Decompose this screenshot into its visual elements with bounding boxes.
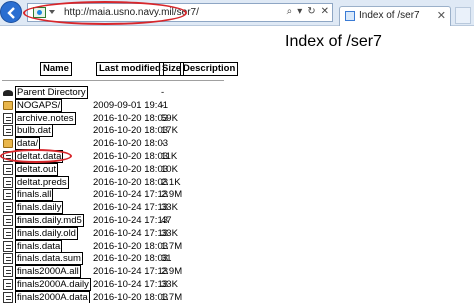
size-cell: 2.1K bbox=[161, 176, 181, 188]
file-link[interactable]: finals.all bbox=[15, 188, 54, 202]
last-modified-cell: 2016-10-20 18:03 bbox=[93, 151, 169, 162]
table-row: finals2000A.all 2016-10-24 17:13 2.9M bbox=[0, 265, 240, 279]
last-modified-cell: 2016-10-24 17:13 bbox=[93, 202, 169, 214]
file-icon[interactable] bbox=[3, 176, 13, 188]
table-row: bulb.dat 2016-10-20 18:03 17K bbox=[0, 124, 240, 138]
row-highlight-annotation bbox=[0, 149, 72, 163]
header-divider bbox=[2, 80, 224, 81]
file-icon[interactable] bbox=[3, 253, 13, 265]
size-cell: - bbox=[161, 99, 165, 111]
file-link[interactable]: finals.daily bbox=[15, 201, 64, 215]
file-link[interactable]: deltat.out bbox=[15, 162, 59, 176]
column-header-description[interactable]: Description bbox=[180, 62, 239, 76]
page-icon bbox=[345, 11, 355, 21]
file-link[interactable]: finals.data bbox=[15, 239, 63, 253]
tab-label: Index of /ser7 bbox=[359, 10, 420, 21]
size-cell: - bbox=[161, 87, 165, 98]
size-cell: 2.9M bbox=[161, 189, 183, 201]
size-cell: 33K bbox=[161, 279, 178, 290]
size-cell: 17K bbox=[161, 125, 178, 137]
size-cell: 59K bbox=[161, 112, 178, 124]
file-icon[interactable] bbox=[3, 112, 13, 124]
url-highlight-annotation bbox=[23, 1, 187, 25]
file-link[interactable]: finals.daily.old bbox=[15, 226, 78, 240]
size-cell: 31 bbox=[161, 253, 172, 265]
last-modified-cell: 2016-10-20 18:03 bbox=[93, 163, 169, 175]
table-row: finals.daily.md5 2016-10-24 17:13 47 bbox=[0, 214, 240, 227]
stop-icon[interactable]: ✕ bbox=[321, 6, 329, 17]
folder-icon[interactable] bbox=[3, 100, 13, 110]
last-modified-cell: 2016-10-20 18:03 bbox=[93, 253, 169, 265]
last-modified-cell: 2016-10-20 18:03 bbox=[93, 176, 169, 188]
address-tools: ⌕ ▾ ↻ ✕ bbox=[282, 6, 329, 17]
file-link[interactable]: deltat.preds bbox=[15, 175, 69, 189]
column-header-last-modified[interactable]: Last modified bbox=[96, 62, 164, 76]
table-row: finals2000A.data 2016-10-20 18:03 1.7M bbox=[0, 290, 240, 303]
table-row: finals.daily 2016-10-24 17:13 33K bbox=[0, 201, 240, 215]
size-cell: 10K bbox=[161, 163, 178, 175]
back-icon[interactable] bbox=[3, 90, 13, 96]
new-tab-button[interactable] bbox=[455, 7, 471, 24]
size-cell: 1.7M bbox=[161, 240, 183, 252]
size-cell: - bbox=[161, 138, 165, 150]
file-icon[interactable] bbox=[3, 279, 13, 290]
last-modified-cell: 2016-10-20 18:03 bbox=[93, 112, 169, 124]
page-title: Index of /ser7 bbox=[285, 33, 382, 50]
file-link[interactable]: finals2000A.daily bbox=[15, 278, 91, 291]
table-row: archive.notes 2016-10-20 18:03 59K bbox=[0, 111, 240, 125]
file-icon[interactable] bbox=[3, 189, 13, 201]
back-arrow-icon bbox=[7, 7, 15, 19]
file-icon[interactable] bbox=[3, 202, 13, 214]
tab-index-ser7[interactable]: Index of /ser7 ✕ bbox=[339, 6, 451, 26]
last-modified-cell: 2016-10-24 17:13 bbox=[93, 279, 169, 290]
column-header-name[interactable]: Name bbox=[40, 62, 72, 76]
table-row: Parent Directory - bbox=[0, 86, 240, 99]
table-row: finals2000A.daily 2016-10-24 17:13 33K bbox=[0, 278, 240, 291]
file-link[interactable]: Parent Directory bbox=[15, 86, 88, 99]
table-row: finals.data 2016-10-20 18:03 1.7M bbox=[0, 239, 240, 253]
last-modified-cell: 2016-10-24 17:13 bbox=[93, 189, 169, 201]
back-button[interactable] bbox=[0, 1, 22, 23]
table-row: finals.all 2016-10-24 17:13 2.9M bbox=[0, 188, 240, 202]
file-icon[interactable] bbox=[3, 266, 13, 278]
file-link[interactable]: archive.notes bbox=[15, 111, 76, 125]
file-icon[interactable] bbox=[3, 125, 13, 137]
refresh-icon[interactable]: ↻ bbox=[307, 6, 315, 17]
table-row: deltat.preds 2016-10-20 18:03 2.1K bbox=[0, 175, 240, 189]
size-cell: 33K bbox=[161, 202, 178, 214]
last-modified-cell: 2016-10-24 17:13 bbox=[93, 227, 169, 239]
file-link[interactable]: finals2000A.data bbox=[15, 290, 90, 303]
size-cell: 1.7M bbox=[161, 291, 183, 303]
last-modified-cell: 2016-10-24 17:13 bbox=[93, 215, 169, 226]
size-cell: 11K bbox=[161, 151, 178, 162]
table-row: finals.data.sum 2016-10-20 18:03 31 bbox=[0, 252, 240, 266]
last-modified-cell: 2009-09-01 19:41 bbox=[93, 99, 169, 111]
last-modified-cell: 2016-10-20 18:03 bbox=[93, 291, 169, 303]
search-icon[interactable]: ⌕ bbox=[287, 6, 293, 17]
table-row: finals.daily.old 2016-10-24 17:13 33K bbox=[0, 226, 240, 240]
file-icon[interactable] bbox=[3, 240, 13, 252]
size-cell: 33K bbox=[161, 227, 178, 239]
file-link[interactable]: bulb.dat bbox=[15, 124, 53, 138]
table-row: NOGAPS/2009-09-01 19:41- bbox=[0, 98, 240, 112]
dropdown-icon[interactable]: ▾ bbox=[297, 6, 302, 17]
file-link[interactable]: finals.data.sum bbox=[15, 252, 83, 266]
size-cell: 47 bbox=[161, 215, 172, 226]
folder-icon[interactable] bbox=[3, 139, 13, 149]
last-modified-cell: 2016-10-20 18:03 bbox=[93, 240, 169, 252]
file-link[interactable]: NOGAPS/ bbox=[15, 98, 63, 112]
size-cell: 2.9M bbox=[161, 266, 183, 278]
file-icon[interactable] bbox=[3, 291, 13, 303]
file-link[interactable]: finals.daily.md5 bbox=[15, 214, 84, 227]
file-icon[interactable] bbox=[3, 163, 13, 175]
table-row: deltat.out 2016-10-20 18:03 10K bbox=[0, 162, 240, 176]
file-icon[interactable] bbox=[3, 215, 13, 226]
file-link[interactable]: finals2000A.all bbox=[15, 265, 81, 279]
last-modified-cell: 2016-10-20 18:03 bbox=[93, 125, 169, 137]
last-modified-cell: 2016-10-20 18:03 bbox=[93, 138, 169, 150]
close-icon[interactable]: ✕ bbox=[437, 9, 446, 22]
file-icon[interactable] bbox=[3, 227, 13, 239]
last-modified-cell: 2016-10-24 17:13 bbox=[93, 266, 169, 278]
